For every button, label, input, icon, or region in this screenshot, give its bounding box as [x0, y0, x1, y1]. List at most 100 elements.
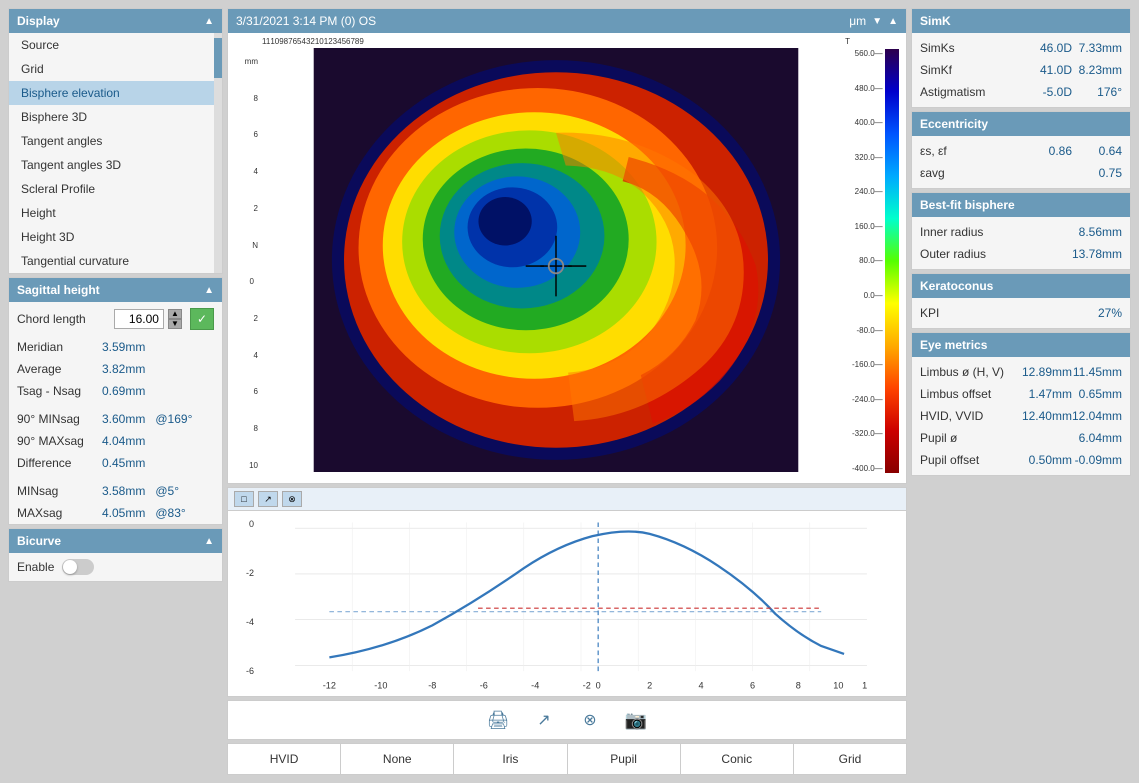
enable-row: Enable — [9, 553, 222, 581]
svg-text:8: 8 — [796, 680, 801, 690]
chart-container: □ ↗ ⊗ 0 -2 -4 -6 — [227, 487, 907, 697]
scale-n160: -160.0— — [852, 360, 883, 369]
bestfit-section: Best-fit bisphere Inner radius 8.56mm Ou… — [911, 192, 1131, 270]
spinner-down-button[interactable]: ▼ — [168, 319, 182, 329]
simkf-row: SimKf 41.0D 8.23mm — [912, 59, 1130, 81]
enable-label: Enable — [17, 560, 54, 574]
scale-320: 320.0— — [852, 153, 883, 162]
scale-400: 400.0— — [852, 118, 883, 127]
ruler-label-6b: 6 — [232, 387, 258, 396]
meridian-label: Meridian — [17, 340, 102, 354]
astigmatism-row: Astigmatism -5.0D 176° — [912, 81, 1130, 103]
x-ruler: 11 10 9 8 7 6 5 4 3 2 1 0 1 2 3 — [260, 37, 852, 46]
tab-hvid[interactable]: HVID — [228, 744, 341, 774]
scrollbar-track — [214, 33, 222, 273]
scale-0: 0.0— — [852, 291, 883, 300]
es-ef-row: εs, εf 0.86 0.64 — [912, 140, 1130, 162]
enable-toggle[interactable] — [62, 559, 94, 575]
menu-item-height-3d[interactable]: Height 3D — [9, 225, 214, 249]
menu-item-scleral-profile[interactable]: Scleral Profile — [9, 177, 214, 201]
menu-item-bisphere-elevation[interactable]: Bisphere elevation — [9, 81, 214, 105]
simkf-val1: 41.0D — [1017, 63, 1072, 77]
bestfit-title: Best-fit bisphere — [920, 198, 1015, 212]
min-sag-label: MINsag — [17, 484, 102, 498]
menu-item-tangent-angles[interactable]: Tangent angles — [9, 129, 214, 153]
kpi-row: KPI 27% — [912, 302, 1130, 324]
svg-text:-2: -2 — [583, 680, 591, 690]
tab-conic[interactable]: Conic — [681, 744, 794, 774]
y-label-n4: -4 — [230, 617, 254, 627]
svg-text:-8: -8 — [428, 680, 436, 690]
chord-confirm-button[interactable]: ✓ — [190, 308, 214, 330]
unit-dropdown-arrow[interactable]: ▼ — [872, 16, 882, 27]
display-arrow: ▲ — [204, 16, 214, 27]
spinner-up-button[interactable]: ▲ — [168, 309, 182, 319]
max-sag-angle: @83° — [155, 506, 185, 520]
ruler-label-8t: 8 — [232, 94, 258, 103]
chart-btn-3[interactable]: ⊗ — [282, 491, 302, 507]
sagittal-title: Sagittal height — [17, 283, 100, 297]
menu-item-source[interactable]: Source — [9, 33, 214, 57]
close-button[interactable]: ⊗ — [572, 705, 608, 735]
chart-btn-1[interactable]: □ — [234, 491, 254, 507]
limbus-hv-row: Limbus ø (H, V) 12.89mm 11.45mm — [912, 361, 1130, 383]
svg-text:0: 0 — [596, 680, 601, 690]
min-sag-90-value: 3.60mm — [102, 412, 145, 426]
scale-n400: -400.0— — [852, 464, 883, 473]
simk-section: SimK SimKs 46.0D 7.33mm SimKf 41.0D 8.23… — [911, 8, 1131, 108]
meridian-row: Meridian 3.59mm — [9, 336, 222, 358]
min-sag-90-angle: @169° — [155, 412, 192, 426]
ruler-11: 11 — [262, 37, 270, 46]
sagittal-header[interactable]: Sagittal height ▲ — [9, 278, 222, 302]
bestfit-body: Inner radius 8.56mm Outer radius 13.78mm — [912, 217, 1130, 269]
chart-btn-2[interactable]: ↗ — [258, 491, 278, 507]
limbus-offset-val2: 0.65mm — [1072, 387, 1122, 401]
menu-item-height[interactable]: Height — [9, 201, 214, 225]
ruler-label-4b: 4 — [232, 351, 258, 360]
menu-item-tangential-curvature[interactable]: Tangential curvature — [9, 249, 214, 273]
color-scale-bar — [885, 49, 899, 473]
ruler-label-8b: 8 — [232, 424, 258, 433]
bicurve-header[interactable]: Bicurve ▲ — [9, 529, 222, 553]
chord-length-input[interactable] — [114, 309, 164, 329]
svg-text:10: 10 — [833, 680, 843, 690]
menu-item-bisphere-3d[interactable]: Bisphere 3D — [9, 105, 214, 129]
es-ef-val2: 0.64 — [1072, 144, 1122, 158]
es-ef-label: εs, εf — [920, 144, 1017, 158]
map-collapse-arrow[interactable]: ▲ — [888, 16, 898, 27]
min-sag-row: MINsag 3.58mm @5° — [9, 480, 222, 502]
menu-item-tangent-angles-3d[interactable]: Tangent angles 3D — [9, 153, 214, 177]
tab-grid[interactable]: Grid — [794, 744, 906, 774]
tab-iris[interactable]: Iris — [454, 744, 567, 774]
scale-n80: -80.0— — [852, 326, 883, 335]
es-ef-val1: 0.86 — [1017, 144, 1072, 158]
ruler-label-2b: 2 — [232, 314, 258, 323]
astigmatism-label: Astigmatism — [920, 85, 1017, 99]
chord-spinner: ▲ ▼ — [168, 309, 182, 329]
tab-pupil[interactable]: Pupil — [568, 744, 681, 774]
ruler-label-4: 4 — [232, 167, 258, 176]
scrollbar-thumb[interactable] — [214, 38, 222, 78]
astigmatism-val2: 176° — [1072, 85, 1122, 99]
pupil-offset-label: Pupil offset — [920, 453, 1017, 467]
toggle-knob — [63, 560, 77, 574]
topo-map-svg — [260, 48, 852, 472]
keratoconus-header: Keratoconus — [912, 274, 1130, 298]
camera-button[interactable]: 📷 — [618, 705, 654, 735]
print-button[interactable]: 🖨 — [480, 705, 516, 735]
svg-text:-10: -10 — [374, 680, 387, 690]
menu-item-grid[interactable]: Grid — [9, 57, 214, 81]
display-menu-list: Source Grid Bisphere elevation Bisphere … — [9, 33, 214, 273]
pupil-size-val: 6.04mm — [1067, 431, 1122, 445]
scale-160: 160.0— — [852, 222, 883, 231]
bicurve-section: Bicurve ▲ Enable — [8, 528, 223, 582]
chart-svg: -12 -10 -8 -6 -4 -2 0 2 4 6 8 10 1 — [256, 511, 906, 694]
ruler-label-n: N — [232, 241, 258, 250]
display-menu-container: Source Grid Bisphere elevation Bisphere … — [9, 33, 222, 273]
export-button[interactable]: ↗ — [526, 705, 562, 735]
display-header[interactable]: Display ▲ — [9, 9, 222, 33]
tab-none[interactable]: None — [341, 744, 454, 774]
svg-text:4: 4 — [699, 680, 704, 690]
center-panel: 3/31/2021 3:14 PM (0) OS μm ▼ ▲ mm 8 6 4… — [227, 8, 907, 775]
ruler-10: 10 — [270, 37, 279, 46]
